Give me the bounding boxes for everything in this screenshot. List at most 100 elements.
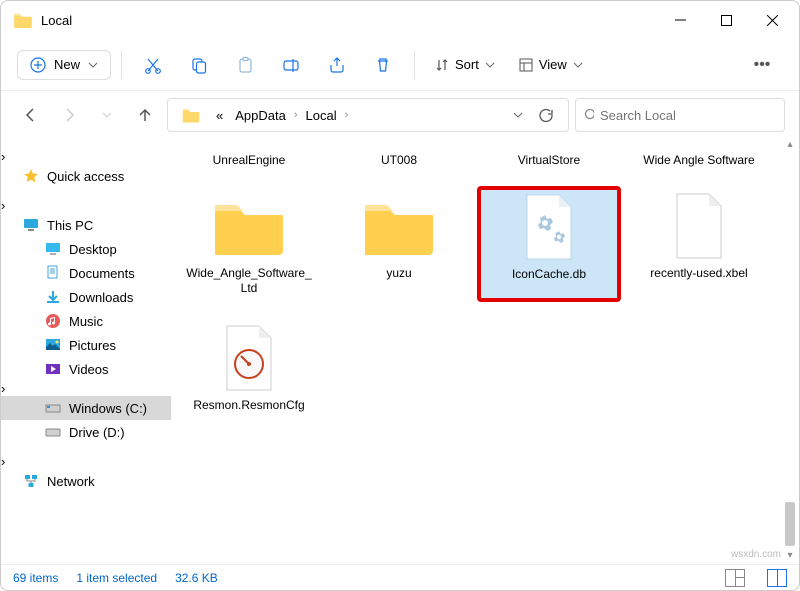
star-icon <box>23 168 39 184</box>
drive-icon <box>45 424 61 440</box>
plus-icon <box>30 57 46 73</box>
sidebar-item-music[interactable]: Music <box>1 309 171 333</box>
item-row: UnrealEngine UT008 VirtualStore Wide Ang… <box>171 139 799 178</box>
details-view-toggle[interactable] <box>725 569 745 587</box>
pc-icon <box>23 217 39 233</box>
network-icon <box>23 473 39 489</box>
vertical-scrollbar[interactable]: ▴ ▾ <box>783 139 797 564</box>
chevron-down-icon[interactable] <box>512 109 524 121</box>
sidebar-item-drive-d[interactable]: Drive (D:) <box>1 420 171 444</box>
explorer-window: Local New Sort View ••• <box>0 0 800 591</box>
crumb-current[interactable]: Local <box>302 106 341 125</box>
minimize-button[interactable] <box>657 4 703 36</box>
documents-icon <box>45 265 61 281</box>
folder-icon <box>182 107 200 123</box>
sort-icon <box>435 58 449 72</box>
copy-button[interactable] <box>178 47 220 83</box>
file-item[interactable]: recently-used.xbel <box>629 188 769 300</box>
file-icon <box>654 192 744 262</box>
drive-icon <box>45 400 61 416</box>
search-input[interactable] <box>600 108 776 123</box>
more-button[interactable]: ••• <box>741 47 783 83</box>
refresh-button[interactable] <box>528 99 562 131</box>
forward-button[interactable] <box>53 99 85 131</box>
chevron-down-icon <box>485 60 495 70</box>
status-selection: 1 item selected <box>76 571 157 585</box>
folder-item[interactable]: VirtualStore <box>479 149 619 168</box>
new-button[interactable]: New <box>17 50 111 80</box>
delete-button[interactable] <box>362 47 404 83</box>
new-label: New <box>54 57 80 72</box>
desktop-icon <box>45 241 61 257</box>
crumb-parent[interactable]: AppData <box>231 106 290 125</box>
status-bar: 69 items 1 item selected 32.6 KB <box>1 564 799 590</box>
file-item-iconcache[interactable]: IconCache.db <box>479 188 619 300</box>
folder-item[interactable]: yuzu <box>329 188 469 300</box>
sort-button[interactable]: Sort <box>425 51 505 78</box>
folder-item[interactable]: Wide_Angle_Software_Ltd <box>179 188 319 300</box>
navigation-pane: › Quick access › This PC Desktop Documen… <box>1 139 171 564</box>
chevron-right-icon[interactable]: › <box>1 381 5 396</box>
sidebar-item-desktop[interactable]: Desktop <box>1 237 171 261</box>
music-icon <box>45 313 61 329</box>
body: › Quick access › This PC Desktop Documen… <box>1 139 799 564</box>
chevron-right-icon[interactable]: › <box>1 454 5 469</box>
chevron-right-icon: › <box>345 109 349 121</box>
chevron-down-icon <box>88 60 98 70</box>
window-title: Local <box>41 13 657 28</box>
navigation-row: « AppData › Local › <box>1 91 799 139</box>
address-bar[interactable]: « AppData › Local › <box>167 98 569 132</box>
sidebar-item-pictures[interactable]: Pictures <box>1 333 171 357</box>
search-icon <box>584 108 594 122</box>
share-button[interactable] <box>316 47 358 83</box>
sidebar-item-this-pc[interactable]: This PC <box>1 213 171 237</box>
close-button[interactable] <box>749 4 795 36</box>
search-box[interactable] <box>575 98 785 132</box>
cut-button[interactable] <box>132 47 174 83</box>
folder-icon <box>354 192 444 262</box>
scroll-thumb[interactable] <box>785 502 795 546</box>
up-button[interactable] <box>129 99 161 131</box>
scroll-down-icon[interactable]: ▾ <box>783 550 797 564</box>
chevron-down-icon <box>573 60 583 70</box>
videos-icon <box>45 361 61 377</box>
folder-icon <box>13 12 33 28</box>
view-icon <box>519 58 533 72</box>
chevron-down-icon[interactable]: › <box>1 198 5 213</box>
back-button[interactable] <box>15 99 47 131</box>
file-item[interactable]: Resmon.ResmonCfg <box>179 320 319 417</box>
sidebar-item-downloads[interactable]: Downloads <box>1 285 171 309</box>
view-button[interactable]: View <box>509 51 593 78</box>
sidebar-item-drive-c[interactable]: Windows (C:) <box>1 396 171 420</box>
crumb-prefix: « <box>212 106 227 125</box>
sidebar-item-documents[interactable]: Documents <box>1 261 171 285</box>
downloads-icon <box>45 289 61 305</box>
item-row: Resmon.ResmonCfg <box>171 310 799 427</box>
separator <box>414 51 415 79</box>
folder-item[interactable]: UT008 <box>329 149 469 168</box>
settings-file-icon <box>504 193 594 263</box>
sidebar-item-network[interactable]: Network <box>1 469 171 493</box>
chevron-right-icon: › <box>294 109 298 121</box>
gauge-file-icon <box>204 324 294 394</box>
scroll-up-icon[interactable]: ▴ <box>783 139 797 153</box>
watermark: wsxdn.com <box>731 549 781 560</box>
maximize-button[interactable] <box>703 4 749 36</box>
sidebar-item-quick-access[interactable]: Quick access <box>1 164 171 188</box>
recent-button[interactable] <box>91 99 123 131</box>
content-pane: UnrealEngine UT008 VirtualStore Wide Ang… <box>171 139 799 564</box>
thumbnails-view-toggle[interactable] <box>767 569 787 587</box>
pictures-icon <box>45 337 61 353</box>
chevron-right-icon[interactable]: › <box>1 149 5 164</box>
separator <box>121 51 122 79</box>
folder-item[interactable]: Wide Angle Software <box>629 149 769 168</box>
paste-button[interactable] <box>224 47 266 83</box>
toolbar: New Sort View ••• <box>1 39 799 91</box>
folder-icon <box>204 192 294 262</box>
sidebar-item-videos[interactable]: Videos <box>1 357 171 381</box>
status-size: 32.6 KB <box>175 571 218 585</box>
item-row: Wide_Angle_Software_Ltd yuzu IconCache.d… <box>171 178 799 310</box>
rename-button[interactable] <box>270 47 312 83</box>
folder-item[interactable]: UnrealEngine <box>179 149 319 168</box>
titlebar: Local <box>1 1 799 39</box>
